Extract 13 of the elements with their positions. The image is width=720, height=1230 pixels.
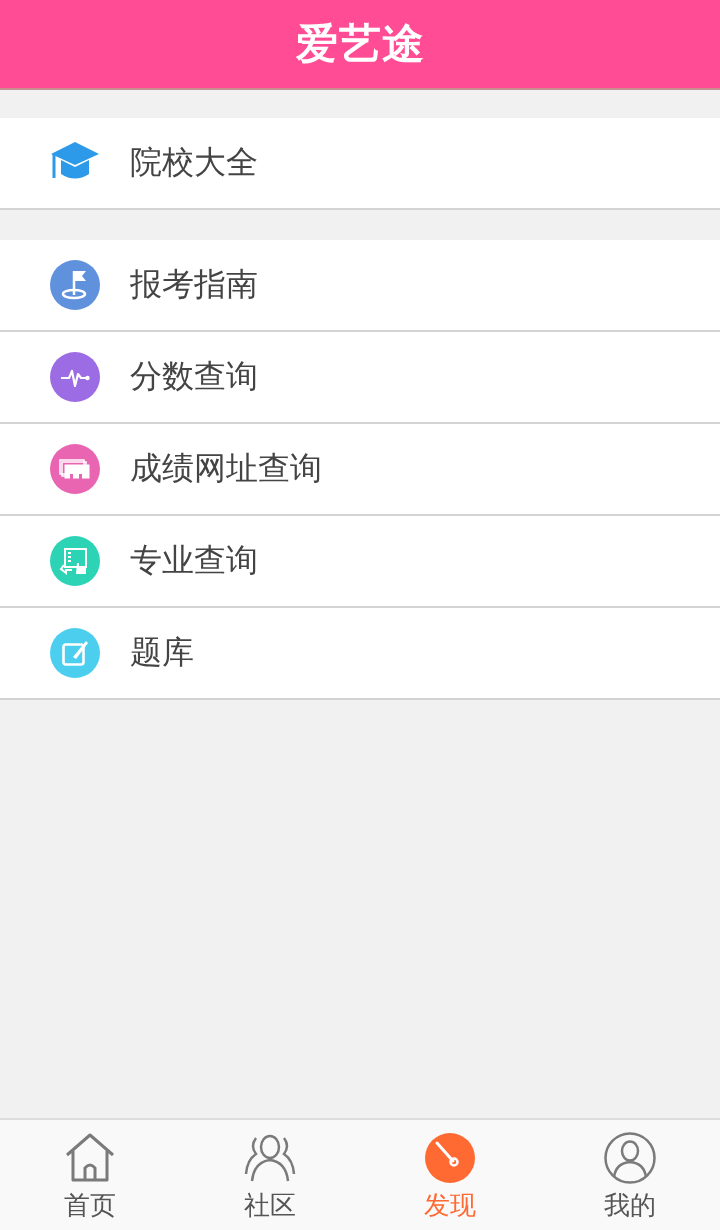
- edit-icon: [50, 628, 100, 678]
- compass-icon: [424, 1132, 476, 1184]
- touch-screen-icon: [50, 536, 100, 586]
- home-icon: [64, 1132, 116, 1184]
- tab-item[interactable]: 我的: [540, 1120, 720, 1230]
- user-icon: [604, 1132, 656, 1184]
- cards-icon: [50, 444, 100, 494]
- tab-item[interactable]: 首页: [0, 1120, 180, 1230]
- flag-icon: [50, 260, 100, 310]
- app-title: 爱艺途: [295, 18, 425, 70]
- people-icon: [244, 1132, 296, 1184]
- tab-item[interactable]: 社区: [180, 1120, 360, 1230]
- pulse-icon: [50, 352, 100, 402]
